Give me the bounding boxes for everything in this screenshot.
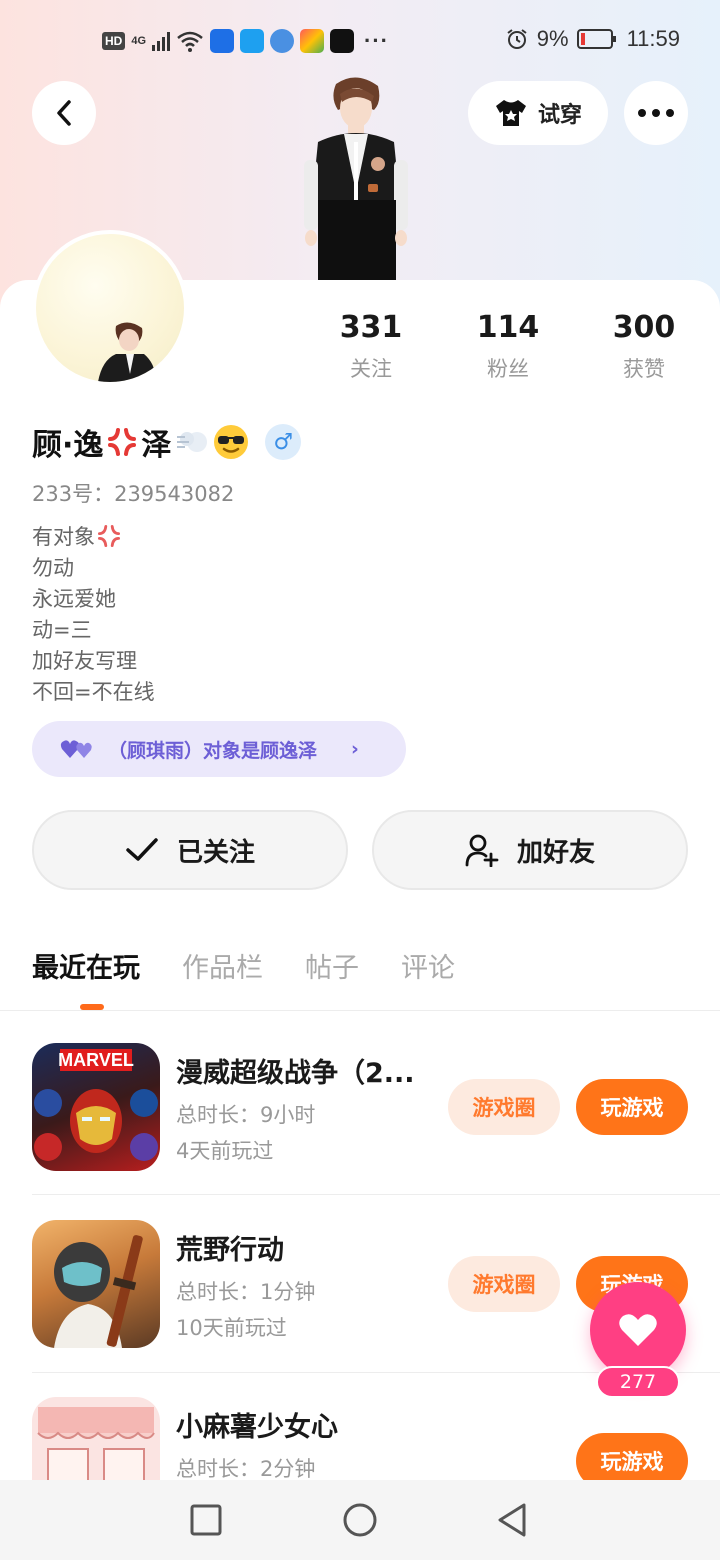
- app-tiktok-icon: [330, 29, 355, 53]
- try-on-label: 试穿: [537, 103, 582, 128]
- tab-works[interactable]: 作品栏: [182, 946, 263, 985]
- anger-emoji-icon: [98, 525, 120, 547]
- hd-badge: HD: [102, 32, 126, 50]
- profile-name-row: 顾·逸 泽 ♂: [32, 420, 302, 464]
- signal-icon: [152, 31, 171, 51]
- system-nav-bar: [0, 1480, 720, 1560]
- game-circle-button[interactable]: 游戏圈: [448, 1256, 560, 1312]
- profile-tabs: 最近在玩 作品栏 帖子 评论: [32, 946, 455, 985]
- game-last-played: 4天前玩过: [176, 1139, 274, 1163]
- profile-name-part1: 顾·逸: [32, 428, 104, 463]
- bio-line: 动=三: [32, 618, 92, 642]
- app-search-icon: [240, 29, 265, 53]
- check-icon: [126, 838, 158, 861]
- app-shield-icon: [210, 29, 235, 53]
- stat-followers[interactable]: 114 粉丝: [448, 310, 568, 383]
- tab-posts[interactable]: 帖子: [305, 946, 359, 985]
- couple-badge[interactable]: （顾琪雨）对象是顾逸泽 ›: [32, 721, 406, 777]
- stat-label: 获赞: [623, 357, 665, 381]
- avatar[interactable]: [32, 230, 188, 386]
- game-name: 漫威超级战争（2...: [176, 1058, 415, 1089]
- status-left: HD 4G ···: [102, 28, 389, 54]
- try-on-button[interactable]: 试穿: [468, 81, 608, 145]
- avatar-character-figure: [296, 72, 416, 284]
- status-right: 9% 11:59: [505, 26, 680, 52]
- gender-male-icon: ♂: [265, 424, 302, 460]
- bio-line: 永远爱她: [32, 587, 116, 611]
- bio-line: 加好友写理: [32, 649, 137, 673]
- shirt-icon: [495, 100, 526, 126]
- triangle-back-icon: [498, 1503, 526, 1537]
- more-notifications-icon: ···: [364, 28, 390, 53]
- bio-line: 有对象: [32, 522, 155, 553]
- add-user-icon: [465, 834, 499, 867]
- tabs-divider: [0, 1010, 720, 1011]
- stat-value: 300: [612, 310, 676, 345]
- recent-apps-button[interactable]: [186, 1500, 226, 1540]
- stat-following[interactable]: 331 关注: [311, 310, 431, 383]
- bio-line: 不回=不在线: [32, 680, 155, 704]
- game-row[interactable]: MARVEL 漫威超级战争（2... 总时长：9小时 4天前玩过 游戏圈 玩游戏: [32, 1043, 688, 1171]
- anger-emoji-icon: [108, 428, 137, 456]
- add-friend-button[interactable]: 加好友: [372, 810, 688, 890]
- game-duration: 总时长：9小时: [176, 1103, 316, 1127]
- chevron-left-icon: [57, 100, 71, 126]
- play-game-button[interactable]: 玩游戏: [576, 1079, 688, 1135]
- followed-button[interactable]: 已关注: [32, 810, 348, 890]
- bio-line: 勿动: [32, 556, 74, 580]
- game-name: 荒野行动: [176, 1235, 284, 1266]
- clock: 11:59: [626, 26, 680, 51]
- network-type: 4G: [131, 34, 147, 47]
- stat-label: 粉丝: [487, 357, 529, 381]
- circle-icon: [343, 1503, 377, 1537]
- stat-value: 114: [476, 310, 540, 345]
- couple-text: （顾琪雨）对象是顾逸泽: [108, 739, 318, 762]
- stat-label: 关注: [350, 357, 392, 381]
- profile-name-part2: 泽: [141, 428, 172, 463]
- user-id[interactable]: 233号：239543082: [32, 478, 234, 508]
- home-button[interactable]: [340, 1500, 380, 1540]
- game-icon-marvel: MARVEL: [32, 1043, 160, 1171]
- like-count: 277: [596, 1366, 680, 1398]
- sunglasses-emoji-icon: [214, 425, 249, 459]
- hearts-icon: [60, 740, 92, 758]
- game-duration: 总时长：2分钟: [176, 1457, 316, 1481]
- svg-text:MARVEL: MARVEL: [58, 1050, 134, 1070]
- square-icon: [190, 1504, 222, 1536]
- game-duration: 总时长：1分钟: [176, 1280, 316, 1304]
- chevron-right-icon: ›: [351, 738, 359, 760]
- game-icon-knives-out: [32, 1220, 160, 1348]
- alarm-icon: [507, 29, 527, 49]
- followed-label: 已关注: [176, 837, 255, 868]
- stat-value: 331: [339, 310, 403, 345]
- game-last-played: 10天前玩过: [176, 1316, 287, 1340]
- game-name: 小麻薯少女心: [176, 1412, 338, 1443]
- profile-bio: 有对象 勿动 永远爱她 动=三 加好友写理 不回=不在线: [32, 522, 155, 708]
- app-browser-icon: [270, 29, 295, 53]
- more-dots-icon: [638, 109, 674, 117]
- add-friend-label: 加好友: [516, 837, 595, 868]
- game-circle-button[interactable]: 游戏圈: [448, 1079, 560, 1135]
- tab-comments[interactable]: 评论: [401, 946, 455, 985]
- dash-emoji-icon: [177, 432, 208, 452]
- app-colorful-icon: [300, 29, 325, 53]
- heart-icon: [619, 1314, 657, 1346]
- nav-back-button[interactable]: [492, 1500, 532, 1540]
- status-bar: HD 4G ··· 9% 11:59: [0, 22, 720, 62]
- more-button[interactable]: [624, 81, 688, 145]
- battery-icon: [576, 29, 616, 49]
- tab-recent-games[interactable]: 最近在玩: [32, 946, 140, 985]
- wifi-icon: [177, 31, 203, 52]
- battery-percent: 9%: [536, 26, 569, 51]
- row-divider: [32, 1194, 720, 1195]
- back-button[interactable]: [32, 81, 96, 145]
- stat-likes[interactable]: 300 获赞: [584, 310, 704, 383]
- like-fab-button[interactable]: [590, 1282, 686, 1378]
